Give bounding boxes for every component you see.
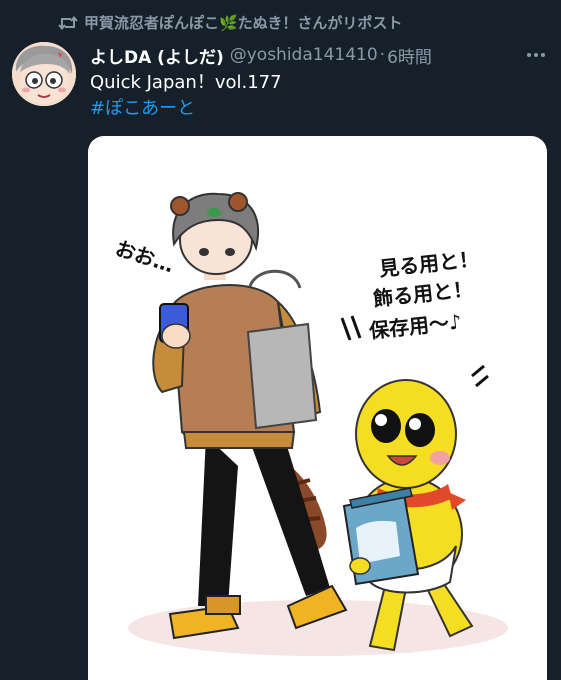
avatar[interactable] <box>12 42 76 106</box>
tweet-header: よしDA (よしだ) @yoshida141410 · 6時間 <box>90 42 551 68</box>
speech-right-line2: 飾る用と！ <box>372 277 474 311</box>
speech-left: おお… <box>112 236 176 277</box>
retweet-icon <box>58 15 78 31</box>
separator-dot: · <box>379 45 386 65</box>
tweet-media-image[interactable]: おお… 見る用と！ 飾る用と！ 保存用〜♪ <box>88 136 547 680</box>
tweet-page: 甲賀流忍者ぽんぽこ🌿たぬき！さんがリポスト よしDA (よしだ) @yoshid… <box>0 0 561 680</box>
tweet-text: Quick Japan！vol.177 <box>90 72 282 93</box>
retweet-indicator[interactable]: 甲賀流忍者ぽんぽこ🌿たぬき！さんがリポスト <box>58 12 402 33</box>
author-handle[interactable]: @yoshida141410 <box>230 45 378 65</box>
speech-right-line3: 保存用〜♪ <box>367 309 463 343</box>
retweet-text: 甲賀流忍者ぽんぽこ🌿たぬき！さんがリポスト <box>84 14 403 32</box>
speech-right-line1: 見る用と！ <box>378 247 480 281</box>
author-name[interactable]: よしDA (よしだ) <box>90 43 224 68</box>
more-options-icon[interactable] <box>521 45 551 65</box>
tweet-timestamp[interactable]: 6時間 <box>387 43 432 68</box>
hashtag-link[interactable]: #ぽこあーと <box>90 96 195 122</box>
